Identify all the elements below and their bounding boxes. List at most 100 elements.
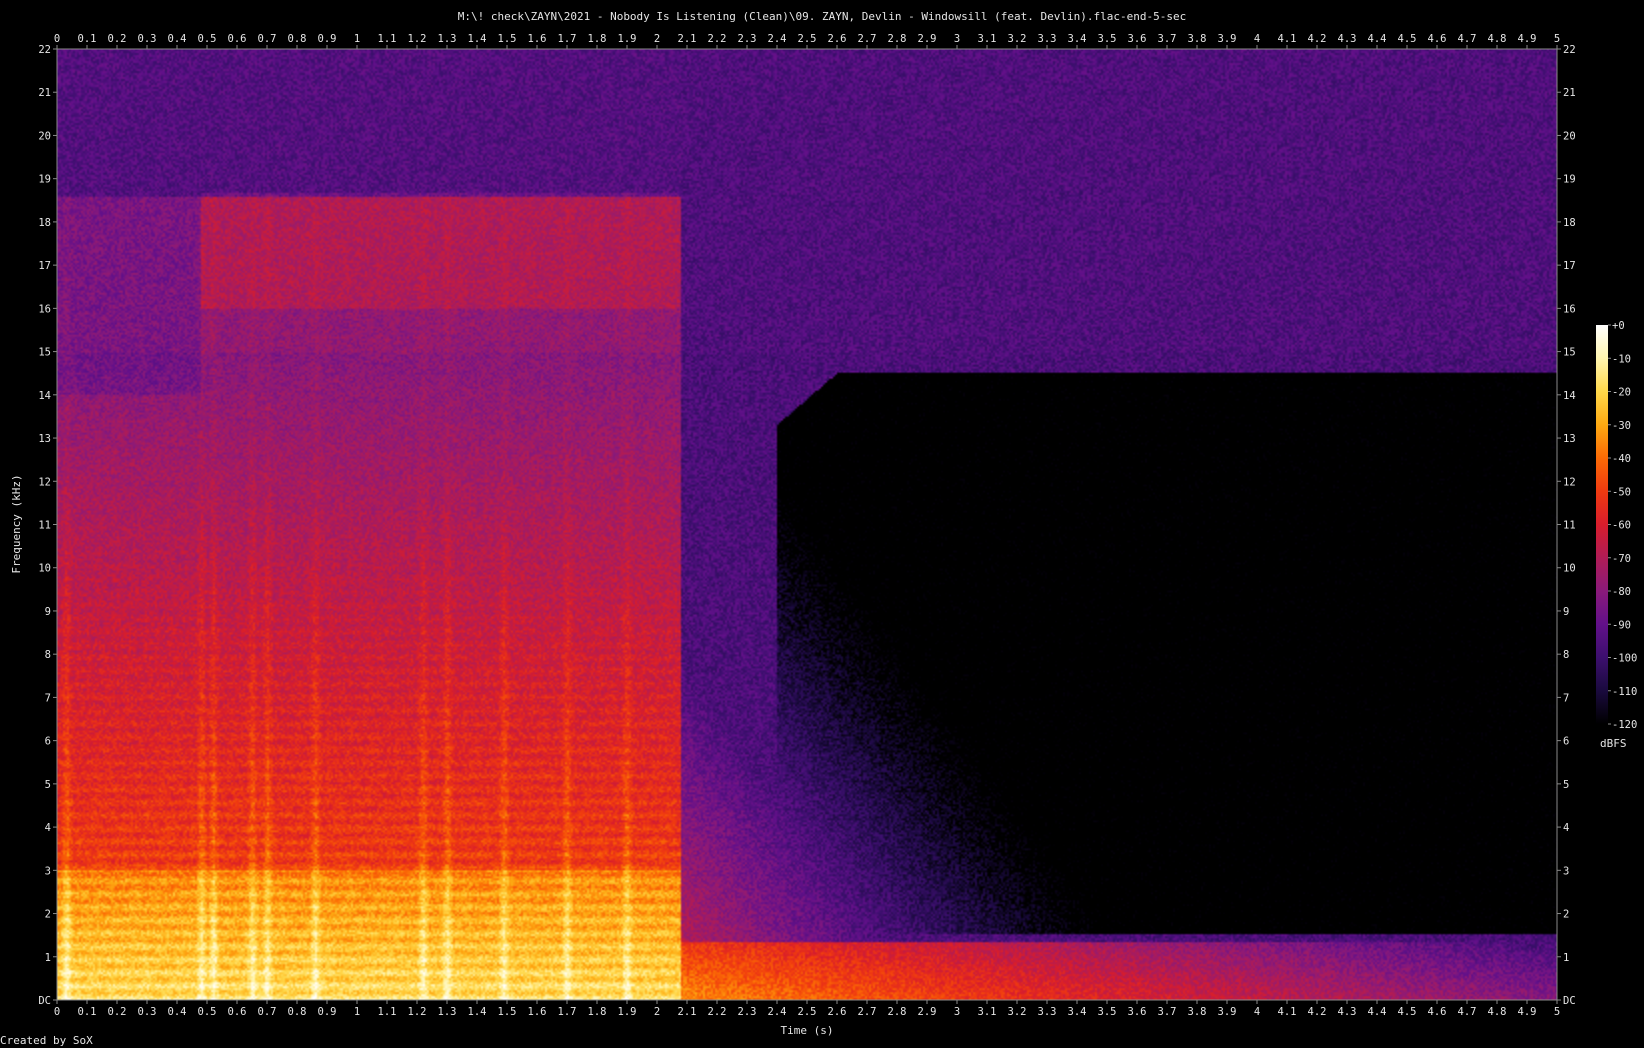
colorbar-tick-label: -10 [1612, 353, 1631, 365]
x-bottom-tick-label: 2.7 [858, 1006, 877, 1018]
x-top-tick-label: 1.3 [438, 33, 457, 45]
colorbar-tick-label: -50 [1612, 486, 1631, 498]
x-top-tick-label: 4.1 [1278, 33, 1297, 45]
x-top-tick-label: 3.8 [1188, 33, 1207, 45]
y-left-tick-label: 19 [38, 174, 51, 186]
colorbar-tick-label: -110 [1612, 686, 1637, 698]
colorbar-tick-label: -60 [1612, 520, 1631, 532]
x-axis-top: 0 0.1 0.2 0.3 0.4 0.5 0.6 0.7 0.8 0.9 1 1.1 1.2 1.3 1.… [54, 33, 1560, 49]
y-right-tick-label: 22 [1563, 44, 1576, 56]
y-left-tick-label: 7 [45, 692, 51, 704]
x-bottom-tick-label: 0.1 [78, 1006, 97, 1018]
spectrogram-figure: M:\! check\ZAYN\2021 - Nobody Is Listeni… [0, 10, 1637, 1047]
y-right-tick-label: 16 [1563, 303, 1576, 315]
x-bottom-tick-label: 2.5 [798, 1006, 817, 1018]
x-bottom-tick-label: 4.2 [1308, 1006, 1327, 1018]
y-left-tick-label: 12 [38, 476, 51, 488]
x-bottom-tick-label: 2.8 [888, 1006, 907, 1018]
x-top-tick-label: 2.4 [768, 33, 787, 45]
x-top-tick-label: 3.4 [1068, 33, 1087, 45]
x-bottom-tick-label: 1.9 [618, 1006, 637, 1018]
y-right-tick-label: 21 [1563, 87, 1576, 99]
x-bottom-tick-label: 1.7 [558, 1006, 577, 1018]
y-left-tick-label: 9 [45, 606, 51, 618]
x-top-tick-label: 2.9 [918, 33, 937, 45]
y-right-tick-label: 12 [1563, 476, 1576, 488]
x-top-tick-label: 4.5 [1398, 33, 1417, 45]
x-top-tick-label: 1.4 [468, 33, 487, 45]
y-right-tick-label: 8 [1563, 649, 1569, 661]
y-right-tick-label: 7 [1563, 692, 1569, 704]
x-axis-label: Time (s) [781, 1024, 834, 1037]
x-top-tick-label: 0.1 [78, 33, 97, 45]
colorbar-tick-label: -70 [1612, 553, 1631, 565]
y-right-tick-label: 6 [1563, 736, 1569, 748]
y-axis-right: DC12345678910111213141516171819202122 [1557, 44, 1576, 1007]
y-left-tick-label: 4 [45, 822, 51, 834]
x-bottom-tick-label: 1.1 [378, 1006, 397, 1018]
x-top-tick-label: 2.2 [708, 33, 727, 45]
x-top-tick-label: 4.2 [1308, 33, 1327, 45]
x-top-tick-label: 1.1 [378, 33, 397, 45]
x-bottom-tick-label: 3.3 [1038, 1006, 1057, 1018]
x-bottom-tick-label: 4.1 [1278, 1006, 1297, 1018]
x-top-tick-label: 1.9 [618, 33, 637, 45]
y-axis-label: Frequency (kHz) [10, 474, 23, 573]
colorbar-tick-label: -40 [1612, 453, 1631, 465]
x-bottom-tick-label: 2.2 [708, 1006, 727, 1018]
x-bottom-tick-label: 2 [654, 1006, 660, 1018]
x-bottom-tick-label: 3.8 [1188, 1006, 1207, 1018]
y-left-tick-label: 5 [45, 779, 51, 791]
x-bottom-tick-label: 0.2 [108, 1006, 127, 1018]
x-bottom-tick-label: 5 [1554, 1006, 1560, 1018]
x-top-tick-label: 5 [1554, 33, 1560, 45]
colorbar-tick-label: -20 [1612, 387, 1631, 399]
colorbar-tick-label: -80 [1612, 586, 1631, 598]
x-bottom-tick-label: 0.3 [138, 1006, 157, 1018]
y-left-tick-label: 2 [45, 909, 51, 921]
x-bottom-tick-label: 4.9 [1518, 1006, 1537, 1018]
y-right-tick-label: 13 [1563, 433, 1576, 445]
x-bottom-tick-label: 1.5 [498, 1006, 517, 1018]
colorbar-tick-label: +0 [1612, 320, 1625, 332]
x-top-tick-label: 1.2 [408, 33, 427, 45]
y-right-tick-label: 11 [1563, 520, 1576, 532]
y-left-tick-label: 11 [38, 520, 51, 532]
x-bottom-tick-label: 4.7 [1458, 1006, 1477, 1018]
x-top-tick-label: 3.3 [1038, 33, 1057, 45]
colorbar-unit: dBFS [1600, 737, 1627, 750]
x-bottom-tick-label: 2.4 [768, 1006, 787, 1018]
x-bottom-tick-label: 4.5 [1398, 1006, 1417, 1018]
x-top-tick-label: 4.9 [1518, 33, 1537, 45]
y-left-tick-label: 14 [38, 390, 51, 402]
x-top-tick-label: 4 [1254, 33, 1260, 45]
x-bottom-tick-label: 0.9 [318, 1006, 337, 1018]
x-bottom-tick-label: 4.8 [1488, 1006, 1507, 1018]
y-left-tick-label: 21 [38, 87, 51, 99]
x-bottom-tick-label: 1.2 [408, 1006, 427, 1018]
y-axis-left: DC12345678910111213141516171819202122 [38, 44, 57, 1007]
x-top-tick-label: 3.1 [978, 33, 997, 45]
y-right-tick-label: DC [1563, 995, 1576, 1007]
y-right-tick-label: 5 [1563, 779, 1569, 791]
x-top-tick-label: 3.7 [1158, 33, 1177, 45]
x-bottom-tick-label: 4.3 [1338, 1006, 1357, 1018]
y-left-tick-label: 15 [38, 347, 51, 359]
y-left-tick-label: 20 [38, 130, 51, 142]
y-right-tick-label: 4 [1563, 822, 1569, 834]
x-top-tick-label: 1.5 [498, 33, 517, 45]
x-top-tick-label: 2.8 [888, 33, 907, 45]
x-top-tick-label: 3.6 [1128, 33, 1147, 45]
x-bottom-tick-label: 4.4 [1368, 1006, 1387, 1018]
x-top-tick-label: 0.9 [318, 33, 337, 45]
x-bottom-tick-label: 3.1 [978, 1006, 997, 1018]
y-left-tick-label: 6 [45, 736, 51, 748]
x-top-tick-label: 1 [354, 33, 360, 45]
x-bottom-tick-label: 3 [954, 1006, 960, 1018]
x-bottom-tick-label: 4.6 [1428, 1006, 1447, 1018]
x-bottom-tick-label: 2.6 [828, 1006, 847, 1018]
x-axis-bottom: 0 0.1 0.2 0.3 0.4 0.5 0.6 0.7 0.8 0.9 1 1.1 1.2 1.3 1.… [54, 1000, 1560, 1018]
y-left-tick-label: 1 [45, 952, 51, 964]
x-bottom-tick-label: 3.2 [1008, 1006, 1027, 1018]
x-top-tick-label: 3.2 [1008, 33, 1027, 45]
